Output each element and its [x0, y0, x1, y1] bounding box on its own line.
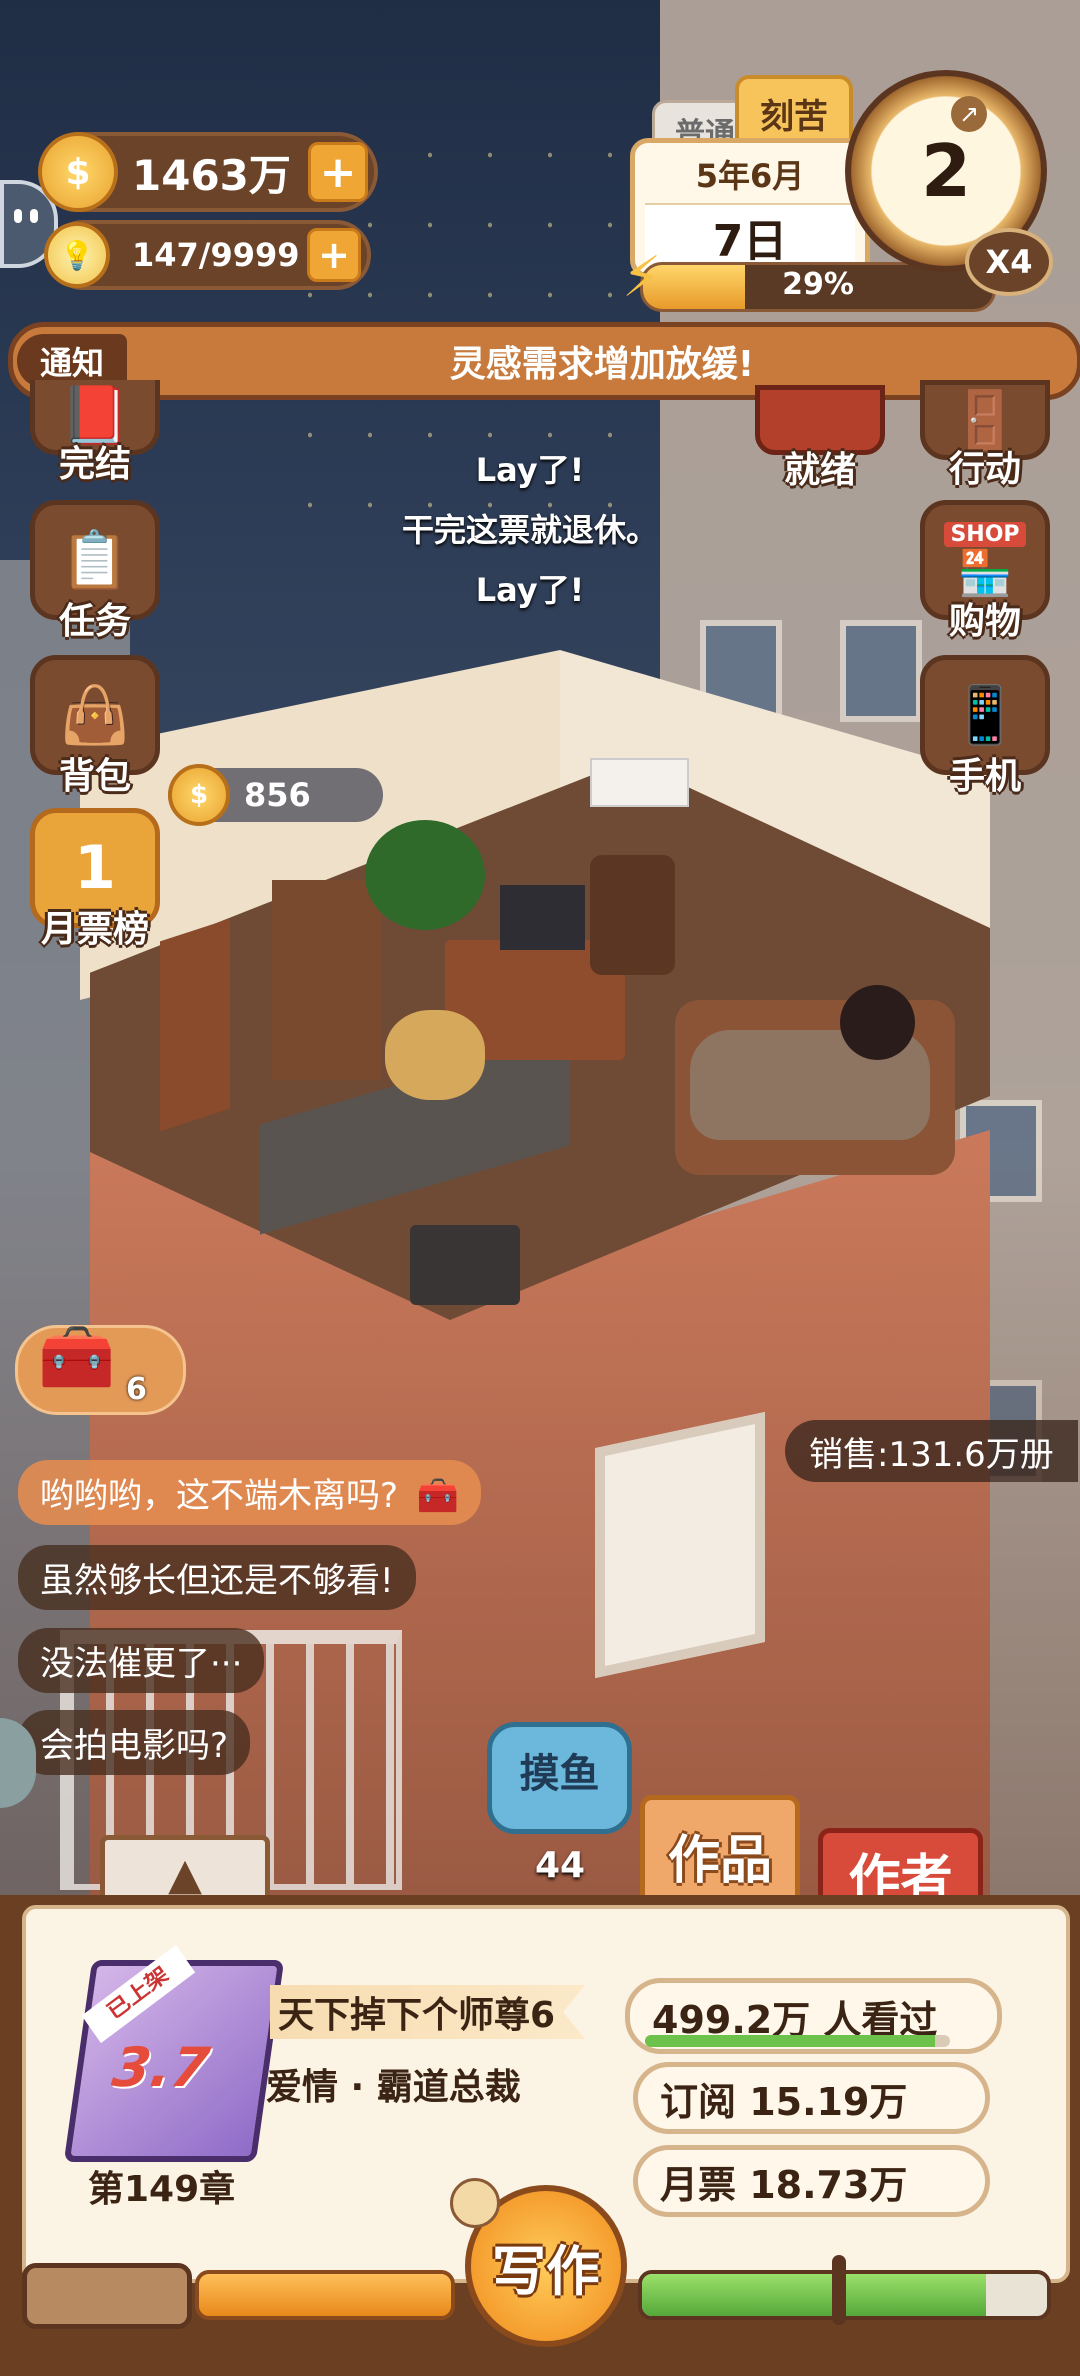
- inspiration-amount: 147/9999: [132, 236, 300, 274]
- energy-percent: 29%: [782, 267, 854, 302]
- comment-text: 哟哟哟，这不端木离吗?: [40, 1476, 399, 1516]
- monthly-tickets-stat: 月票 18.73万: [633, 2145, 990, 2217]
- left-progress-slot: [22, 2263, 192, 2329]
- menu-finish[interactable]: 📕 完结: [30, 380, 160, 487]
- treasure-count: 6: [126, 1372, 147, 1407]
- menu-label: 任务: [58, 601, 131, 642]
- menu-label: 手机: [948, 756, 1021, 797]
- lightbulb-icon: 💡: [44, 222, 110, 288]
- menu-label: 背包: [58, 756, 131, 797]
- menu-label: 完结: [58, 444, 131, 485]
- calendar-day: 7日: [645, 203, 855, 269]
- building-window: [840, 620, 922, 722]
- author-thoughts: Lay了! 干完这票就退休。 Lay了!: [340, 440, 720, 620]
- menu-backpack[interactable]: 👜 背包: [30, 655, 160, 799]
- slack-count: 44: [534, 1845, 586, 1886]
- menu-phone[interactable]: 📱 手机: [920, 655, 1050, 799]
- shelved-ribbon: 已上架: [81, 1944, 196, 2044]
- inspiration-bar: 💡 147/9999 +: [44, 220, 371, 290]
- gold-bar: $ 1463万 +: [38, 132, 378, 212]
- coin-bubble-value: 856: [244, 776, 311, 814]
- quality-marker: [832, 2255, 846, 2325]
- views-bar: [645, 2035, 950, 2047]
- calendar-year-month: 5年6月: [695, 157, 805, 195]
- thought-line: Lay了!: [475, 571, 585, 609]
- quality-progress-fill: [642, 2274, 987, 2316]
- slack-off-button[interactable]: 摸鱼: [487, 1722, 632, 1834]
- menu-shop[interactable]: SHOP 🏪 购物: [920, 500, 1050, 644]
- quill-icon: [450, 2178, 500, 2228]
- shop-sign: SHOP: [944, 521, 1026, 547]
- gold-coin-icon: $: [38, 132, 118, 212]
- menu-label: 月票榜: [40, 909, 149, 950]
- writing-progress-bar: [195, 2270, 455, 2320]
- add-inspiration-button[interactable]: +: [307, 228, 361, 282]
- sales-counter: 销售:131.6万册: [785, 1420, 1078, 1482]
- thought-line: Lay了!: [475, 451, 585, 489]
- add-gold-button[interactable]: +: [308, 142, 368, 202]
- comment-item: 会拍电影吗?: [18, 1710, 251, 1775]
- book-cover[interactable]: 已上架 3.7: [63, 1944, 285, 2162]
- chapter-label: 第149章: [88, 2169, 236, 2210]
- menu-tasks[interactable]: 📋 任务: [30, 500, 160, 644]
- menu-label: 行动: [948, 449, 1021, 490]
- room-door[interactable]: [160, 918, 230, 1132]
- bookshelf[interactable]: [272, 880, 382, 1080]
- clock-value: 2: [920, 129, 972, 213]
- menu-label: 购物: [948, 601, 1021, 642]
- comment-item: 没法催更了···: [18, 1628, 265, 1693]
- handle-eye: [30, 209, 38, 223]
- menu-ready[interactable]: 就绪: [755, 385, 885, 493]
- storefront-icon: 🏪: [957, 547, 1013, 599]
- clock-arrow-icon: ↗: [951, 96, 987, 132]
- gold-amount: 1463万: [132, 150, 291, 200]
- coin-bubble[interactable]: $ 856: [168, 764, 383, 826]
- lightning-icon[interactable]: ⚡: [622, 245, 672, 315]
- comment-item: 虽然够长但还是不够看!: [18, 1545, 416, 1610]
- menu-label: 就绪: [783, 450, 856, 491]
- office-chair: [590, 855, 675, 975]
- treasure-chest-icon: 🧰: [38, 1320, 116, 1393]
- treasure-button[interactable]: 🧰 6: [15, 1320, 186, 1415]
- computer-monitor[interactable]: [500, 885, 585, 950]
- speed-button[interactable]: X4: [965, 228, 1053, 296]
- air-conditioner: [590, 758, 689, 807]
- tv-box: [410, 1225, 520, 1305]
- treasure-chest-icon: 🧰: [416, 1476, 460, 1516]
- book-rating: 3.7: [108, 2036, 214, 2099]
- views-bar-fill: [645, 2035, 935, 2047]
- menu-monthly-ticket-rank[interactable]: 1 月票榜: [30, 808, 160, 952]
- sleeping-author[interactable]: [840, 985, 915, 1060]
- coin-icon: $: [168, 764, 230, 826]
- menu-action[interactable]: 🚪 行动: [920, 380, 1050, 492]
- comment-item: 哟哟哟，这不端木离吗? 🧰: [18, 1460, 482, 1525]
- lower-window: [595, 1411, 765, 1679]
- book-title[interactable]: 天下掉下个师尊6: [270, 1985, 586, 2039]
- handle-eye: [14, 209, 22, 223]
- pet-dog-bed[interactable]: [385, 1010, 485, 1100]
- subscriptions-stat: 订阅 15.19万: [633, 2062, 990, 2134]
- potted-plant: [365, 820, 485, 930]
- thought-line: 干完这票就退休。: [401, 511, 658, 549]
- book-genre: 爱情 · 霸道总裁: [266, 2067, 521, 2108]
